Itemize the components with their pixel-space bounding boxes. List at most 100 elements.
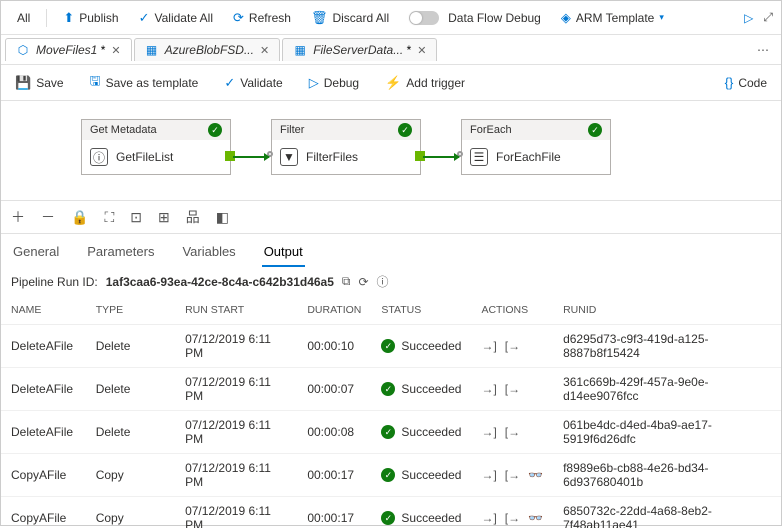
expand-icon[interactable]: ⤢: [763, 10, 773, 25]
lock-icon[interactable]: 🔒: [71, 209, 88, 226]
zoom-100-icon[interactable]: ⊡: [130, 209, 142, 226]
output-icon[interactable]: [→: [505, 339, 520, 353]
cell-actions: →] [→: [471, 411, 553, 454]
col-type: Type: [86, 296, 175, 325]
refresh-icon: ⟳: [233, 10, 244, 26]
close-icon[interactable]: ✕: [417, 44, 426, 57]
layout-icon[interactable]: ◧: [216, 209, 229, 226]
success-icon: ✓: [588, 123, 602, 137]
cell-duration: 00:00:17: [297, 497, 371, 528]
debug-button[interactable]: ▷Debug: [305, 71, 363, 95]
publish-button[interactable]: ⬆Publish: [55, 6, 126, 30]
table-row: DeleteAFile Delete 07/12/2019 6:11 PM 00…: [1, 411, 781, 454]
dataflow-debug-toggle[interactable]: Data Flow Debug: [401, 7, 549, 29]
refresh-label: Refresh: [249, 11, 291, 25]
cell-type: Delete: [86, 325, 175, 368]
cell-type: Delete: [86, 368, 175, 411]
cell-duration: 00:00:10: [297, 325, 371, 368]
validate-button[interactable]: ✓Validate: [220, 71, 286, 95]
code-button[interactable]: {}Code: [721, 71, 771, 94]
separator: [46, 9, 47, 27]
col-status: Status: [371, 296, 471, 325]
cell-duration: 00:00:17: [297, 454, 371, 497]
chevron-down-icon: ▾: [659, 12, 664, 23]
cell-duration: 00:00:07: [297, 368, 371, 411]
tab-parameters[interactable]: Parameters: [85, 240, 156, 267]
output-icon[interactable]: [→: [505, 382, 520, 396]
col-runid: RunID: [553, 296, 781, 325]
output-icon[interactable]: [→: [505, 425, 520, 439]
all-label: All: [9, 7, 38, 29]
info-icon[interactable]: ⓘ: [377, 273, 389, 290]
cell-actions: →] [→ 👓: [471, 497, 553, 528]
align-icon[interactable]: 品: [186, 207, 200, 227]
play-icon: ▷: [309, 75, 319, 91]
cell-status: ✓Succeeded: [371, 497, 471, 528]
pipeline-canvas[interactable]: Get Metadata✓ⓘGetFileList Filter✓▼FilterF…: [1, 101, 781, 201]
cell-actions: →] [→ 👓: [471, 454, 553, 497]
cell-name: DeleteAFile: [1, 368, 86, 411]
save-button[interactable]: 💾Save: [11, 71, 68, 95]
editor-tab[interactable]: ▦FileServerData... *✕: [282, 38, 437, 61]
table-row: DeleteAFile Delete 07/12/2019 6:11 PM 00…: [1, 368, 781, 411]
input-icon[interactable]: →]: [481, 382, 496, 396]
success-icon: ✓: [381, 468, 395, 482]
arm-template-button[interactable]: ◈ARM Template▾: [553, 6, 672, 30]
connector-arrow: [233, 156, 269, 158]
zoom-fit-icon[interactable]: ⊞: [158, 209, 170, 226]
close-icon[interactable]: ✕: [260, 44, 269, 57]
cell-type: Copy: [86, 454, 175, 497]
close-icon[interactable]: ✕: [111, 44, 120, 57]
cell-actions: →] [→: [471, 368, 553, 411]
save-icon: 💾: [15, 75, 31, 91]
check-icon: ✓: [139, 10, 150, 26]
tab-icon: ▦: [293, 43, 307, 57]
minus-icon[interactable]: －: [41, 207, 55, 227]
trigger-icon: ⚡: [385, 75, 401, 91]
node-type: ForEach: [470, 124, 512, 136]
pipeline-node[interactable]: ForEach✓☰ForEachFile: [461, 119, 611, 175]
tab-general[interactable]: General: [11, 240, 61, 267]
details-icon[interactable]: 👓: [528, 511, 543, 525]
input-icon[interactable]: →]: [481, 425, 496, 439]
cell-type: Copy: [86, 497, 175, 528]
fit-icon[interactable]: ⛶: [104, 209, 114, 226]
tab-variables[interactable]: Variables: [180, 240, 237, 267]
pipeline-node[interactable]: Filter✓▼FilterFiles: [271, 119, 421, 175]
cell-name: CopyAFile: [1, 454, 86, 497]
input-icon[interactable]: →]: [481, 468, 496, 482]
cell-status: ✓Succeeded: [371, 368, 471, 411]
refresh-output-icon[interactable]: ⟳: [358, 275, 368, 289]
success-icon: ✓: [381, 511, 395, 525]
cell-runid: d6295d73-c9f3-419d-a125-8887b8f15424: [553, 325, 781, 368]
refresh-button[interactable]: ⟳ Refresh: [225, 6, 299, 30]
editor-tab[interactable]: ⬡MoveFiles1 *✕: [5, 38, 132, 61]
input-icon[interactable]: →]: [481, 511, 496, 525]
discard-all-button[interactable]: 🗑Discard All: [303, 6, 397, 30]
copy-icon[interactable]: ⧉: [342, 274, 351, 289]
cell-status: ✓Succeeded: [371, 325, 471, 368]
cell-actions: →] [→: [471, 325, 553, 368]
add-icon[interactable]: ＋: [11, 207, 25, 227]
runid-label: Pipeline Run ID:: [11, 275, 98, 289]
validate-all-button[interactable]: ✓Validate All: [131, 6, 221, 30]
save-template-button[interactable]: 🖫Save as template: [86, 68, 203, 98]
success-icon: ✓: [381, 425, 395, 439]
output-icon[interactable]: [→: [505, 511, 520, 525]
output-icon[interactable]: [→: [505, 468, 520, 482]
tab-icon: ▦: [145, 43, 159, 57]
activity-icon: ☰: [470, 148, 488, 166]
cell-name: DeleteAFile: [1, 411, 86, 454]
add-trigger-button[interactable]: ⚡ Add trigger: [381, 71, 469, 95]
pipeline-node[interactable]: Get Metadata✓ⓘGetFileList: [81, 119, 231, 175]
run-icon[interactable]: ▷: [744, 11, 753, 25]
editor-tab[interactable]: ▦AzureBlobFSD...✕: [134, 38, 281, 61]
code-icon: {}: [725, 75, 734, 90]
node-name: GetFileList: [116, 150, 173, 164]
more-icon[interactable]: ⋯: [745, 43, 781, 57]
input-icon[interactable]: →]: [481, 339, 496, 353]
tab-output[interactable]: Output: [262, 240, 305, 267]
trigger-label: Add trigger: [406, 76, 465, 90]
tab-icon: ⬡: [16, 43, 30, 57]
details-icon[interactable]: 👓: [528, 468, 543, 482]
